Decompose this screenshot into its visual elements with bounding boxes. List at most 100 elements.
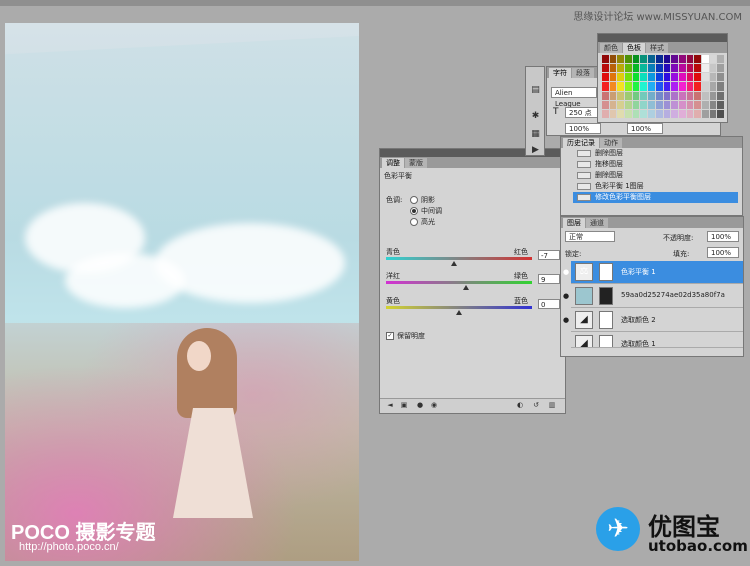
swatch-cell[interactable]	[709, 73, 717, 82]
swatch-cell[interactable]	[625, 91, 632, 100]
yellow-blue-value[interactable]: 0	[538, 299, 560, 309]
paragraph-panel-icon[interactable]: ✱	[530, 111, 541, 121]
layer-row[interactable]: ● 59aa0d25274ae02d35a80f7a	[563, 285, 743, 308]
swatch-cell[interactable]	[632, 64, 640, 73]
swatch-cell[interactable]	[663, 73, 671, 82]
swatch-cell[interactable]	[625, 64, 632, 73]
vertical-scale-field[interactable]: 100%	[565, 123, 601, 134]
swatch-cell[interactable]	[632, 100, 640, 109]
swatch-cell[interactable]	[655, 55, 663, 64]
swatch-cell[interactable]	[632, 82, 640, 91]
swatch-cell[interactable]	[640, 100, 648, 109]
swatch-cell[interactable]	[709, 82, 717, 91]
swatch-cell[interactable]	[678, 55, 686, 64]
swatch-cell[interactable]	[609, 73, 617, 82]
swatch-cell[interactable]	[655, 64, 663, 73]
swatch-cell[interactable]	[625, 100, 632, 109]
swatch-cell[interactable]	[709, 64, 717, 73]
swatch-cell[interactable]	[663, 82, 671, 91]
layer-mask[interactable]	[599, 287, 613, 305]
swatch-cell[interactable]	[709, 100, 717, 109]
swatch-cell[interactable]	[701, 91, 709, 100]
swatch-cell[interactable]	[648, 91, 655, 100]
history-item[interactable]: 色彩平衡 1图层	[573, 181, 738, 192]
swatch-cell[interactable]	[717, 91, 724, 100]
swatch-cell[interactable]	[671, 91, 678, 100]
layer-mask[interactable]	[599, 311, 613, 329]
swatch-cell[interactable]	[671, 82, 678, 91]
swatch-cell[interactable]	[663, 100, 671, 109]
swatch-cell[interactable]	[640, 73, 648, 82]
layer-row[interactable]: ● ⚖ 色彩平衡 1	[563, 261, 743, 284]
document-canvas[interactable]: POCO 摄影专题 http://photo.poco.cn/	[5, 23, 359, 561]
swatch-cell[interactable]	[701, 109, 709, 118]
swatch-cell[interactable]	[617, 64, 625, 73]
eye-icon[interactable]: ●	[563, 292, 569, 300]
layer-row[interactable]: ● ◢ 选取颜色 1	[571, 333, 743, 348]
swatch-cell[interactable]	[671, 73, 678, 82]
fill-field[interactable]: 100%	[707, 247, 739, 258]
swatch-cell[interactable]	[655, 100, 663, 109]
swatch-cell[interactable]	[640, 55, 648, 64]
cyan-red-value[interactable]: -7	[538, 250, 560, 260]
swatch-cell[interactable]	[686, 91, 694, 100]
swatch-cell[interactable]	[648, 82, 655, 91]
preserve-luminosity-checkbox[interactable]: ✓ 保留明度	[386, 331, 425, 341]
swatch-cell[interactable]	[617, 55, 625, 64]
swatch-cell[interactable]	[694, 55, 701, 64]
tab-styles[interactable]: 样式	[646, 43, 668, 53]
history-item-selected[interactable]: 修改色彩平衡图层	[573, 192, 738, 203]
font-size-field[interactable]: 250 点	[565, 107, 601, 118]
tab-paragraph[interactable]: 段落	[572, 68, 594, 78]
layer-mask[interactable]	[599, 335, 613, 347]
tab-adjustments[interactable]: 调整	[382, 158, 404, 168]
swatch-cell[interactable]	[694, 109, 701, 118]
tab-actions[interactable]: 动作	[600, 138, 622, 148]
swatch-cell[interactable]	[609, 109, 617, 118]
swatch-cell[interactable]	[717, 82, 724, 91]
swatch-cell[interactable]	[617, 73, 625, 82]
swatch-cell[interactable]	[609, 91, 617, 100]
history-item[interactable]: 拖移图层	[573, 159, 738, 170]
swatch-cell[interactable]	[694, 64, 701, 73]
yellow-blue-slider[interactable]	[386, 306, 532, 315]
swatch-cell[interactable]	[640, 109, 648, 118]
swatch-cell[interactable]	[717, 109, 724, 118]
actions-panel-icon[interactable]: ▶	[530, 145, 541, 155]
swatch-cell[interactable]	[717, 64, 724, 73]
radio-midtones[interactable]: 中间调	[410, 206, 442, 216]
horizontal-scale-field[interactable]: 100%	[627, 123, 663, 134]
swatch-cell[interactable]	[686, 64, 694, 73]
swatch-cell[interactable]	[694, 82, 701, 91]
reset-icon[interactable]: ↺	[532, 402, 540, 409]
swatch-cell[interactable]	[648, 73, 655, 82]
swatch-cell[interactable]	[701, 64, 709, 73]
cyan-red-slider[interactable]	[386, 257, 532, 266]
swatch-cell[interactable]	[602, 109, 609, 118]
swatch-cell[interactable]	[717, 100, 724, 109]
swatch-cell[interactable]	[617, 91, 625, 100]
swatch-cell[interactable]	[617, 82, 625, 91]
history-item[interactable]: 删除图层	[573, 148, 738, 159]
opacity-field[interactable]: 100%	[707, 231, 739, 242]
swatch-cell[interactable]	[602, 64, 609, 73]
swatch-cell[interactable]	[655, 91, 663, 100]
visibility-icon[interactable]: ◉	[430, 402, 438, 409]
swatch-cell[interactable]	[709, 91, 717, 100]
blend-mode-select[interactable]: 正常	[565, 231, 615, 242]
slider-thumb[interactable]	[456, 310, 462, 315]
swatch-cell[interactable]	[671, 100, 678, 109]
swatch-cell[interactable]	[648, 100, 655, 109]
swatch-cell[interactable]	[686, 73, 694, 82]
swatch-cell[interactable]	[663, 109, 671, 118]
swatch-cell[interactable]	[717, 55, 724, 64]
eye-icon[interactable]: ●	[563, 268, 569, 276]
magenta-green-slider[interactable]	[386, 281, 532, 290]
swatch-cell[interactable]	[678, 64, 686, 73]
swatch-cell[interactable]	[655, 73, 663, 82]
delete-icon[interactable]: ▥	[548, 402, 556, 409]
swatch-cell[interactable]	[617, 109, 625, 118]
swatch-cell[interactable]	[694, 100, 701, 109]
swatch-cell[interactable]	[678, 100, 686, 109]
swatch-cell[interactable]	[632, 73, 640, 82]
